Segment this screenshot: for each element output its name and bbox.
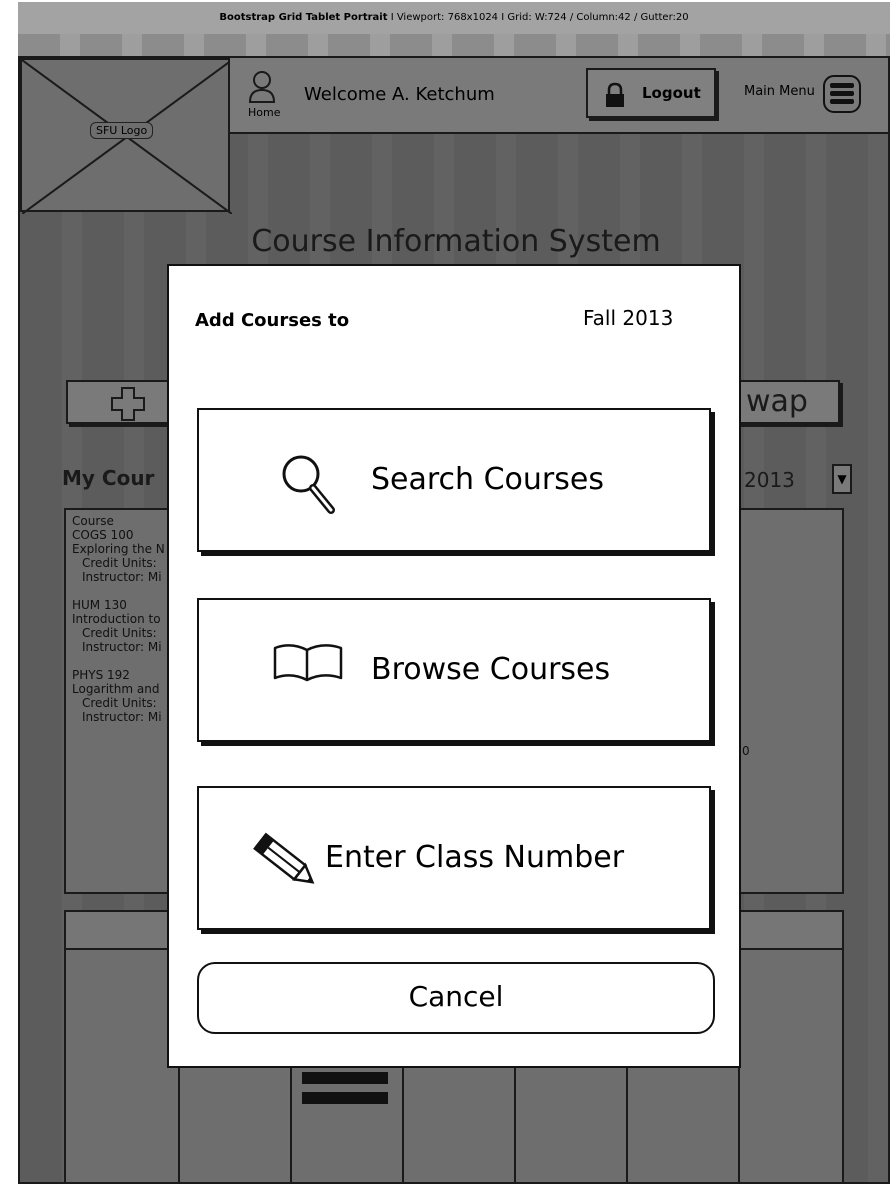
grid-columns-strip bbox=[18, 34, 890, 56]
credit-value: 0 bbox=[742, 744, 750, 758]
dialog-term: Fall 2013 bbox=[583, 306, 674, 330]
logo-label: SFU Logo bbox=[90, 122, 154, 139]
search-courses-button[interactable]: Search Courses bbox=[197, 408, 711, 552]
logout-label: Logout bbox=[642, 84, 701, 102]
book-icon bbox=[273, 644, 343, 682]
browse-courses-label: Browse Courses bbox=[371, 652, 611, 687]
swap-label: wap bbox=[746, 384, 808, 419]
search-courses-label: Search Courses bbox=[371, 462, 604, 497]
magnifier-icon bbox=[282, 455, 335, 514]
logout-button[interactable]: Logout bbox=[586, 68, 716, 118]
my-courses-heading: My Cour bbox=[62, 466, 155, 490]
browse-courses-button[interactable]: Browse Courses bbox=[197, 598, 711, 742]
term-select-value[interactable]: 2013 bbox=[744, 468, 795, 492]
enter-class-number-label: Enter Class Number bbox=[325, 840, 625, 875]
page-title: Course Information System bbox=[251, 224, 661, 259]
home-link[interactable]: Home bbox=[248, 106, 280, 119]
schedule-block[interactable] bbox=[302, 1092, 388, 1104]
pencil-icon bbox=[253, 832, 315, 884]
cancel-button[interactable]: Cancel bbox=[197, 962, 715, 1034]
annotation-details: I Viewport: 768x1024 I Grid: W:724 / Col… bbox=[390, 12, 689, 23]
annotation-prefix: Bootstrap Grid Tablet Portrait bbox=[219, 12, 388, 23]
add-courses-dialog: Add Courses to Fall 2013 Search Courses … bbox=[167, 264, 741, 1068]
dialog-title: Add Courses to bbox=[195, 310, 350, 331]
header-bar: Home Welcome A. Ketchum Logout Main Menu bbox=[230, 58, 888, 134]
main-menu-label[interactable]: Main Menu bbox=[744, 84, 815, 99]
plus-icon bbox=[111, 387, 145, 421]
user-icon[interactable] bbox=[248, 70, 276, 104]
sfu-logo-placeholder: SFU Logo bbox=[20, 58, 232, 214]
schedule-block[interactable] bbox=[302, 1072, 388, 1084]
chevron-down-icon[interactable]: ▼ bbox=[832, 464, 852, 494]
lock-icon bbox=[606, 82, 624, 107]
grid-annotation-bar: Bootstrap Grid Tablet Portrait I Viewpor… bbox=[18, 2, 890, 34]
hamburger-menu-icon[interactable] bbox=[822, 74, 862, 114]
enter-class-number-button[interactable]: Enter Class Number bbox=[197, 786, 711, 930]
welcome-message: Welcome A. Ketchum bbox=[304, 84, 495, 105]
cancel-label: Cancel bbox=[408, 980, 504, 1013]
